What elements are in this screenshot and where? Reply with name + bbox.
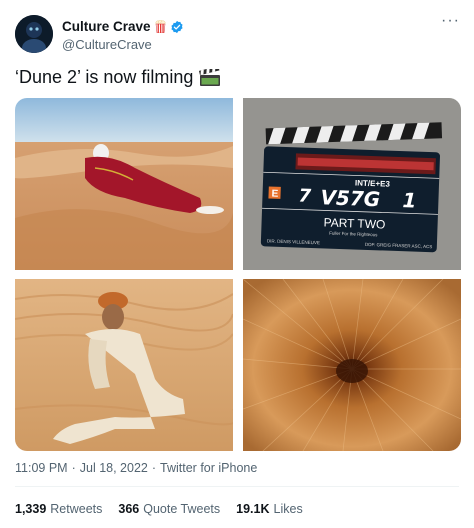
quotes-count: 366 [118, 502, 140, 516]
likes-stat[interactable]: 19.1K Likes [236, 502, 303, 516]
verified-badge-icon [170, 20, 184, 34]
author-name-row[interactable]: Culture Crave [62, 19, 184, 34]
media-grid: INT/E+E3 E 7 V57G 1 PART TWO Fuller For … [15, 98, 461, 451]
clapper-slate-number: 7 [298, 185, 312, 206]
meta-separator-2: · [151, 461, 157, 475]
author-handle[interactable]: @CultureCrave [62, 37, 152, 52]
avatar[interactable] [15, 15, 53, 53]
photo-clapperboard[interactable]: INT/E+E3 E 7 V57G 1 PART TWO Fuller For … [243, 98, 461, 270]
photo-desert-red-dress[interactable] [15, 98, 233, 270]
more-options-icon[interactable]: ··· [441, 13, 460, 29]
avatar-image [15, 15, 53, 53]
meta-separator: · [71, 461, 76, 475]
photo-desert-sitting[interactable] [15, 279, 233, 451]
clapper-take-text: 1 [402, 188, 417, 212]
display-name[interactable]: Culture Crave [62, 19, 151, 34]
retweets-label: Retweets [50, 502, 103, 516]
retweets-stat[interactable]: 1,339 Retweets [15, 502, 102, 516]
clapper-roll-text: V57G [320, 185, 381, 211]
likes-label: Likes [273, 502, 303, 516]
popcorn-icon [155, 19, 166, 34]
tweet-stats: 1,339 Retweets 366 Quote Tweets 19.1K Li… [15, 502, 303, 516]
tweet-time[interactable]: 11:09 PM [15, 461, 68, 475]
retweets-count: 1,339 [15, 502, 47, 516]
tweet-meta: 11:09 PM · Jul 18, 2022 · Twitter for iP… [15, 461, 257, 475]
divider [15, 486, 459, 487]
tweet-text: ‘Dune 2’ is now filming [15, 65, 221, 88]
photo-sandworm-closeup[interactable] [243, 279, 461, 451]
clapper-board-icon [199, 65, 221, 87]
quotes-label: Quote Tweets [143, 502, 221, 516]
likes-count: 19.1K [236, 502, 270, 516]
tweet-date[interactable]: Jul 18, 2022 [80, 461, 148, 475]
clapper-marker-text: E [271, 189, 278, 200]
tweet-body: ‘Dune 2’ is now filming [15, 67, 194, 87]
quote-tweets-stat[interactable]: 366 Quote Tweets [118, 502, 220, 516]
tweet-source-link[interactable]: Twitter for iPhone [160, 461, 257, 475]
clapper-title-text: PART TWO [323, 215, 385, 231]
